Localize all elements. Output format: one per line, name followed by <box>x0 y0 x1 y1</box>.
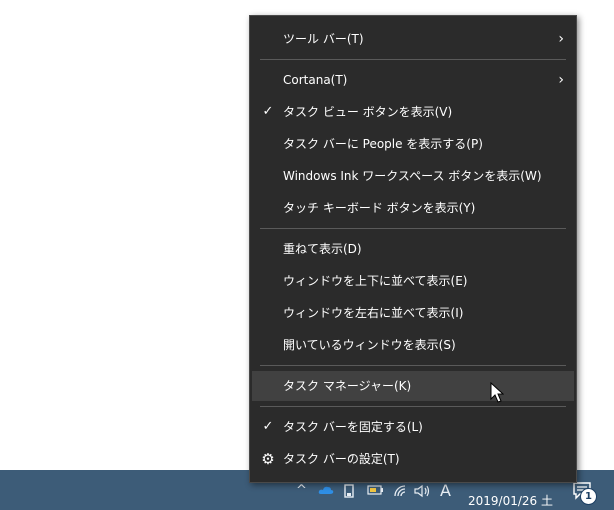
menu-item-label: ウィンドウを左右に並べて表示(I) <box>283 306 464 320</box>
checkmark-icon: ✓ <box>262 104 274 119</box>
menu-item-cortana[interactable]: Cortana(T) › <box>250 65 576 95</box>
menu-item-label: 開いているウィンドウを表示(S) <box>283 338 456 352</box>
menu-item-stack-windows[interactable]: ウィンドウを上下に並べて表示(E) <box>250 266 576 296</box>
volume-icon[interactable] <box>414 484 432 502</box>
menu-separator <box>260 365 566 366</box>
submenu-arrow-icon: › <box>558 31 564 47</box>
gear-icon: ⚙ <box>261 450 275 468</box>
menu-item-task-manager[interactable]: タスク マネージャー(K) <box>252 371 574 401</box>
checkmark-icon: ✓ <box>262 419 274 434</box>
menu-item-toolbars[interactable]: ツール バー(T) › <box>250 24 576 54</box>
removable-device-icon[interactable] <box>344 484 354 502</box>
menu-separator <box>260 228 566 229</box>
menu-item-show-desktop[interactable]: 開いているウィンドウを表示(S) <box>250 330 576 360</box>
submenu-arrow-icon: › <box>558 72 564 88</box>
wifi-icon[interactable] <box>393 484 409 502</box>
menu-separator <box>260 59 566 60</box>
menu-item-label: タスク マネージャー(K) <box>283 379 412 393</box>
clock-date[interactable]: 2019/01/26 土 <box>468 492 553 509</box>
menu-item-label: 重ねて表示(D) <box>283 242 362 256</box>
menu-item-label: ツール バー(T) <box>283 32 364 46</box>
taskbar-context-menu: ツール バー(T) › Cortana(T) › ✓ タスク ビュー ボタンを表… <box>249 15 577 483</box>
menu-item-label: タッチ キーボード ボタンを表示(Y) <box>283 201 476 215</box>
menu-item-show-touch-keyboard[interactable]: タッチ キーボード ボタンを表示(Y) <box>250 193 576 223</box>
menu-item-label: Windows Ink ワークスペース ボタンを表示(W) <box>283 169 542 183</box>
menu-item-label: タスク バーの設定(T) <box>283 452 400 466</box>
menu-item-label: タスク ビュー ボタンを表示(V) <box>283 105 453 119</box>
notification-count-badge: 1 <box>580 488 597 505</box>
battery-icon[interactable] <box>367 484 385 500</box>
menu-item-label: Cortana(T) <box>283 73 348 87</box>
show-hidden-icons-chevron[interactable]: ^ <box>296 484 307 498</box>
menu-item-show-windows-ink[interactable]: Windows Ink ワークスペース ボタンを表示(W) <box>250 161 576 191</box>
menu-item-lock-taskbar[interactable]: ✓ タスク バーを固定する(L) <box>250 412 576 442</box>
menu-item-side-by-side-windows[interactable]: ウィンドウを左右に並べて表示(I) <box>250 298 576 328</box>
menu-item-cascade-windows[interactable]: 重ねて表示(D) <box>250 234 576 264</box>
mouse-pointer-icon <box>490 382 504 403</box>
onedrive-icon[interactable] <box>318 484 334 500</box>
menu-item-taskbar-settings[interactable]: ⚙ タスク バーの設定(T) <box>250 444 576 474</box>
menu-item-show-people[interactable]: タスク バーに People を表示する(P) <box>250 129 576 159</box>
menu-item-label: タスク バーを固定する(L) <box>283 420 423 434</box>
ime-mode-indicator[interactable]: A <box>440 483 451 499</box>
menu-separator <box>260 406 566 407</box>
menu-item-label: ウィンドウを上下に並べて表示(E) <box>283 274 468 288</box>
menu-item-label: タスク バーに People を表示する(P) <box>283 137 483 151</box>
menu-item-show-task-view-button[interactable]: ✓ タスク ビュー ボタンを表示(V) <box>250 97 576 127</box>
